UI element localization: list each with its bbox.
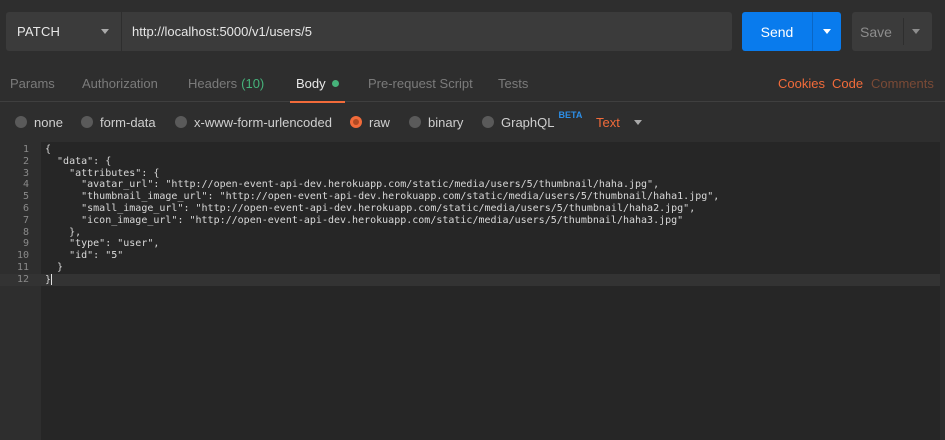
chevron-down-icon (101, 29, 109, 34)
code-text: }, (45, 226, 82, 238)
code-lines: 1{2 "data": {3 "attributes": {4 "avatar_… (0, 144, 940, 286)
tab-label: Tests (498, 75, 529, 91)
radio-circle-icon (482, 116, 494, 128)
link-label: Comments (871, 75, 934, 91)
code-line: 2 "data": { (0, 156, 940, 168)
code-text: { (45, 144, 52, 155)
tab-tests[interactable]: Tests (498, 64, 528, 102)
line-number: 4 (22, 179, 29, 191)
comments-link[interactable]: Comments (871, 64, 934, 102)
headers-count: (10) (241, 75, 265, 91)
code-line: 1{ (0, 144, 940, 156)
link-label: Code (832, 75, 864, 91)
url-input[interactable]: http://localhost:5000/v1/users/5 (122, 12, 732, 51)
radio-circle-icon (409, 116, 421, 128)
code-line: 10 "id": "5" (0, 250, 940, 262)
url-value: http://localhost:5000/v1/users/5 (132, 24, 312, 39)
radio-label: GraphQL (501, 114, 555, 130)
cookies-link[interactable]: Cookies (778, 64, 825, 102)
method-select[interactable]: PATCH (6, 12, 121, 51)
link-label: Cookies (778, 75, 825, 91)
tab-params[interactable]: Params (10, 64, 55, 102)
chevron-down-icon (633, 119, 642, 125)
line-number: 5 (22, 191, 29, 203)
save-label: Save (860, 23, 892, 40)
tab-body[interactable]: Body (290, 64, 345, 103)
line-number: 7 (22, 214, 29, 226)
code-text: "attributes": { (45, 167, 160, 179)
tab-label: Body (296, 75, 326, 91)
code-line: 7 "icon_image_url": "http://open-event-a… (0, 215, 940, 227)
radio-binary[interactable]: binary (409, 103, 463, 141)
code-line: 5 "thumbnail_image_url": "http://open-ev… (0, 191, 940, 203)
tab-label: Headers (188, 75, 238, 91)
code-text: "small_image_url": "http://open-event-ap… (45, 202, 696, 214)
radio-raw[interactable]: raw (350, 103, 390, 141)
save-button[interactable]: Save (852, 12, 932, 51)
code-line: 11 } (0, 262, 940, 274)
beta-badge: BETA (558, 110, 583, 120)
format-label: Text (596, 114, 620, 130)
code-text: "id": "5" (45, 250, 124, 262)
radio-x-www-form-urlencoded[interactable]: x-www-form-urlencoded (175, 103, 332, 141)
line-number: 8 (22, 226, 29, 238)
code-line: 8 }, (0, 227, 940, 239)
radio-form-data[interactable]: form-data (81, 103, 156, 141)
code-text: "avatar_url": "http://open-event-api-dev… (45, 179, 660, 191)
line-number: 10 (16, 250, 29, 262)
line-number: 9 (22, 238, 29, 250)
save-options-chevron-icon[interactable] (912, 29, 920, 34)
code-link[interactable]: Code (832, 64, 863, 102)
line-number: 11 (16, 261, 29, 273)
line-number: 12 (16, 273, 29, 285)
tab-label: Pre-request Script (368, 75, 473, 91)
code-line: 4 "avatar_url": "http://open-event-api-d… (0, 179, 940, 191)
tab-label: Authorization (82, 75, 158, 91)
radio-selected-icon (350, 116, 362, 128)
radio-label: x-www-form-urlencoded (194, 114, 332, 130)
body-editor[interactable]: 1{2 "data": {3 "attributes": {4 "avatar_… (0, 142, 940, 440)
request-bar: PATCH http://localhost:5000/v1/users/5 S… (0, 0, 945, 64)
editor-scrollbar[interactable] (940, 142, 945, 440)
radio-label: form-data (100, 114, 156, 130)
save-divider (903, 18, 904, 45)
code-text: } (45, 261, 64, 273)
radio-circle-icon (175, 116, 187, 128)
tab-headers[interactable]: Headers (10) (188, 64, 264, 102)
body-indicator-dot-icon (331, 79, 339, 87)
text-cursor (51, 273, 53, 285)
body-type-selector: none form-data x-www-form-urlencoded raw… (0, 103, 945, 141)
code-line: 12} (0, 273, 940, 286)
line-number: 6 (22, 202, 29, 214)
code-text: } (45, 273, 53, 286)
code-line: 9 "type": "user", (0, 238, 940, 250)
code-line: 6 "small_image_url": "http://open-event-… (0, 203, 940, 215)
send-label: Send (760, 23, 794, 40)
radio-label: none (34, 114, 63, 130)
line-number: 1 (22, 144, 29, 155)
code-text: "thumbnail_image_url": "http://open-even… (45, 191, 720, 203)
code-text: "type": "user", (45, 238, 160, 250)
line-number: 3 (22, 167, 29, 179)
radio-none[interactable]: none (15, 103, 63, 141)
request-tabs: Params Authorization Headers (10) Body P… (0, 64, 945, 103)
code-text: "data": { (45, 155, 112, 167)
tab-label: Params (10, 75, 55, 91)
code-text: "icon_image_url": "http://open-event-api… (45, 214, 684, 226)
radio-circle-icon (81, 116, 93, 128)
radio-circle-icon (15, 116, 27, 128)
tab-authorization[interactable]: Authorization (82, 64, 158, 102)
format-select[interactable]: Text (596, 103, 642, 141)
method-label: PATCH (17, 24, 61, 39)
send-divider (812, 12, 813, 51)
radio-label: binary (428, 114, 464, 130)
code-line: 3 "attributes": { (0, 168, 940, 180)
send-button[interactable]: Send (742, 12, 841, 51)
radio-graphql[interactable]: GraphQL BETA (482, 103, 582, 141)
radio-label: raw (369, 114, 390, 130)
tab-pre-request-script[interactable]: Pre-request Script (368, 64, 473, 102)
send-options-chevron-icon[interactable] (823, 29, 831, 34)
line-number: 2 (22, 155, 29, 167)
